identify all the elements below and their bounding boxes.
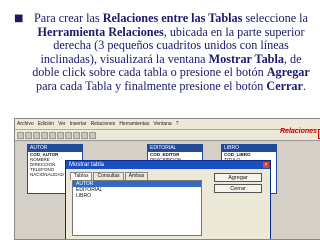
tab-ambas[interactable]: Ambas (124, 172, 149, 180)
bullet-square-icon: ■ (14, 13, 24, 24)
toolbar-button[interactable] (57, 131, 64, 139)
dialog-titlebar[interactable]: Mostrar tabla × (66, 161, 270, 169)
slide: ■ Para crear las Relaciones entre las Ta… (0, 0, 320, 240)
menu-ver[interactable]: Ver (58, 121, 66, 127)
menu-edicion[interactable]: Edición (38, 121, 54, 127)
access-screenshot: Archivo Edición Ver Insertar Relaciones … (14, 118, 320, 240)
toolbar (15, 130, 320, 141)
instruction-bullet: ■ Para crear las Relaciones entre las Ta… (14, 11, 314, 94)
toolbar-button[interactable] (49, 131, 56, 139)
tab-tablas[interactable]: Tablas (70, 172, 93, 180)
menu-bar: Archivo Edición Ver Insertar Relaciones … (15, 119, 320, 130)
toolbar-button[interactable] (41, 131, 48, 139)
table-title: LIBRO (222, 145, 276, 152)
toolbar-button[interactable] (25, 131, 32, 139)
list-item[interactable]: LIBRO (73, 193, 201, 199)
toolbar-button[interactable] (33, 131, 40, 139)
dialog-title: Mostrar tabla (69, 162, 105, 168)
toolbar-button[interactable] (81, 131, 88, 139)
close-button[interactable]: Cerrar (214, 184, 262, 193)
relaciones-callout: Relaciones (280, 128, 317, 135)
menu-relaciones[interactable]: Relaciones (91, 121, 116, 127)
tab-consultas[interactable]: Consultas (93, 172, 124, 180)
menu-help[interactable]: ? (176, 121, 179, 127)
table-listbox[interactable]: AUTOR EDITORIAL LIBRO (72, 180, 202, 236)
instruction-paragraph: Para crear las Relaciones entre las Tabl… (32, 11, 310, 93)
table-title: AUTOR (28, 145, 82, 152)
menu-archivo[interactable]: Archivo (17, 121, 34, 127)
close-icon[interactable]: × (263, 162, 269, 168)
menu-herramientas[interactable]: Herramientas (119, 121, 149, 127)
add-button[interactable]: Agregar (214, 173, 262, 182)
toolbar-button[interactable] (65, 131, 72, 139)
table-title: EDITORIAL (148, 145, 202, 152)
show-table-dialog: Mostrar tabla × Tablas Consultas Ambas A… (65, 160, 271, 239)
menu-ventana[interactable]: Ventana (153, 121, 171, 127)
menu-insertar[interactable]: Insertar (70, 121, 87, 127)
toolbar-button[interactable] (73, 131, 80, 139)
toolbar-button[interactable] (17, 131, 24, 139)
toolbar-button[interactable] (89, 131, 96, 139)
